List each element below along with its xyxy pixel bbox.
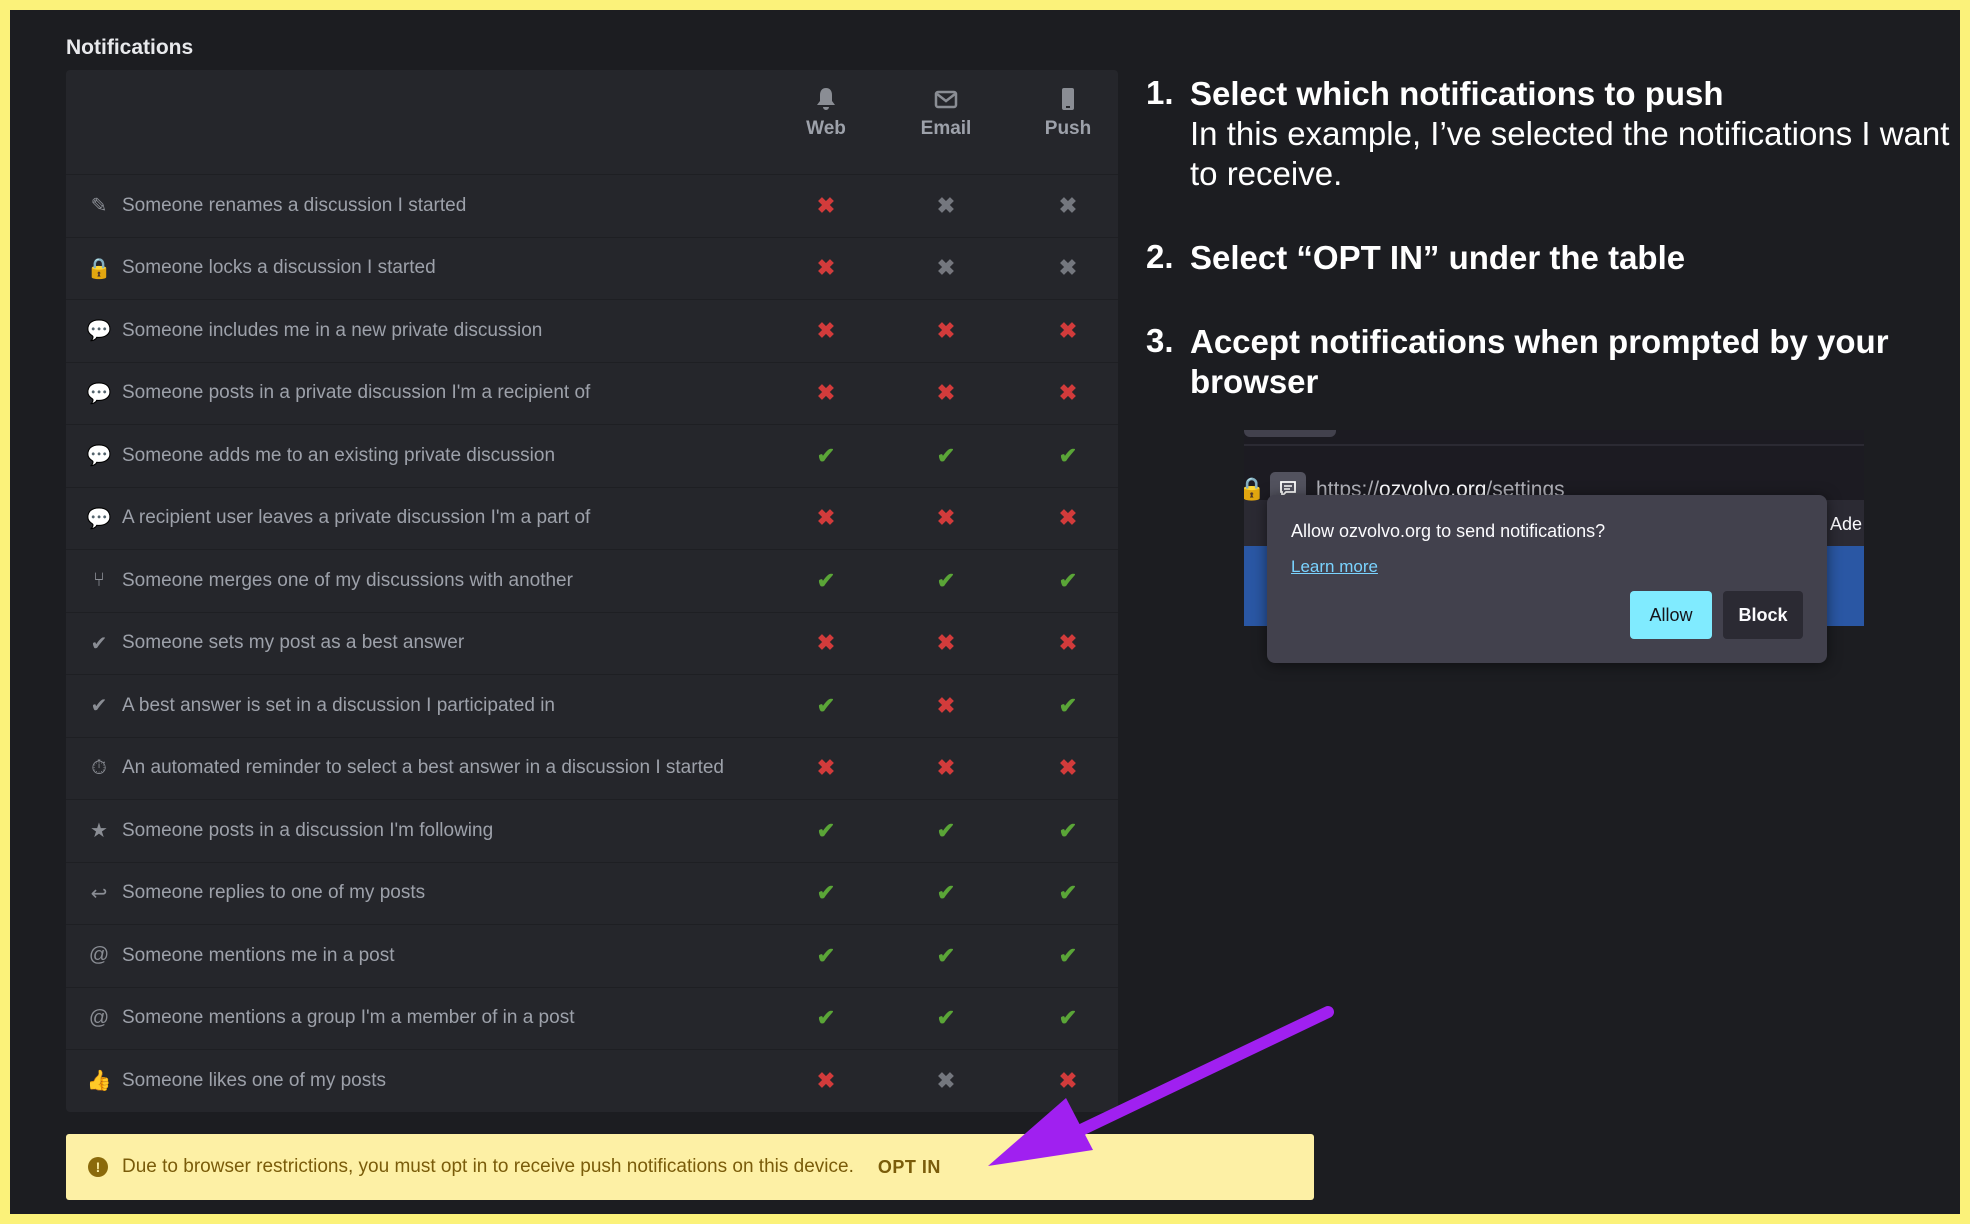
purple-arrow-annotation [988, 1006, 1334, 1166]
